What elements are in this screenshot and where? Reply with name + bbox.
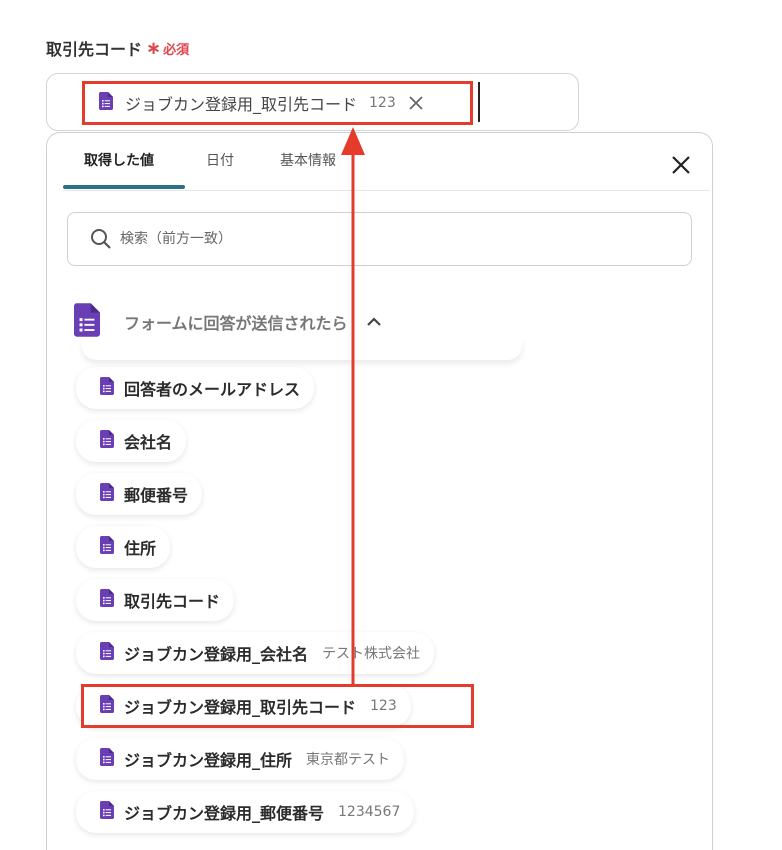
variable-item-value: 123: [370, 698, 397, 714]
section-title: フォームに回答が送信されたら: [124, 314, 348, 333]
variable-item-label: ジョブカン登録用_住所: [124, 751, 293, 770]
selected-variable-chip[interactable]: ジョブカン登録用_取引先コード 123: [82, 81, 473, 125]
variable-item[interactable]: 郵便番号: [76, 473, 203, 515]
text-caret: [478, 82, 480, 122]
variable-item-label: 会社名: [124, 433, 173, 452]
field-label-text: 取引先コード: [46, 40, 143, 59]
variable-item-label: 取引先コード: [124, 592, 221, 611]
required-star: ∗: [146, 37, 162, 59]
search-icon: [91, 229, 111, 249]
variable-item-label: 郵便番号: [124, 486, 189, 505]
close-panel-button[interactable]: [668, 152, 694, 178]
variable-item-value: 東京都テスト: [306, 752, 391, 768]
google-forms-icon: [100, 430, 114, 452]
variable-item[interactable]: ジョブカン登録用_取引先コード 123: [76, 685, 411, 727]
active-tab-indicator: [63, 185, 185, 189]
google-forms-icon: [100, 695, 114, 717]
tab-divider: [63, 190, 709, 191]
variable-item[interactable]: 会社名: [76, 420, 187, 462]
variable-item-label: ジョブカン登録用_会社名: [124, 645, 309, 664]
field-label: 取引先コード ∗ 必須: [46, 36, 189, 60]
clear-chip-icon[interactable]: [408, 95, 424, 111]
google-forms-icon: [100, 483, 114, 505]
variable-item-label: ジョブカン登録用_郵便番号: [124, 804, 325, 823]
variable-item-value: 1234567: [338, 804, 401, 820]
google-forms-icon: [100, 536, 114, 558]
variable-item[interactable]: ジョブカン登録用_郵便番号 1234567: [76, 791, 415, 833]
google-forms-icon: [99, 92, 113, 114]
variable-item-value: テスト株式会社: [322, 646, 421, 662]
variable-item-label: 住所: [124, 539, 157, 558]
google-forms-icon: [74, 303, 100, 341]
google-forms-icon: [100, 377, 114, 399]
google-forms-icon: [100, 589, 114, 611]
variable-item-label: ジョブカン登録用_取引先コード: [124, 698, 357, 717]
variable-item[interactable]: 取引先コード: [76, 579, 235, 621]
required-text: 必須: [163, 42, 190, 58]
google-forms-icon: [100, 642, 114, 664]
google-forms-icon: [100, 748, 114, 770]
variable-item[interactable]: ジョブカン登録用_会社名 テスト株式会社: [76, 632, 435, 674]
chevron-up-icon[interactable]: [366, 316, 382, 328]
search-box[interactable]: [67, 212, 692, 266]
section-header[interactable]: フォームに回答が送信されたら: [74, 303, 382, 341]
variable-item-label: 回答者のメールアドレス: [124, 380, 301, 399]
search-input[interactable]: [120, 231, 620, 247]
selected-variable-label: ジョブカン登録用_取引先コード: [125, 95, 358, 114]
tab-acquired-values[interactable]: 取得した値: [62, 150, 184, 190]
tab-date[interactable]: 日付: [184, 150, 260, 190]
variable-item[interactable]: 回答者のメールアドレス: [76, 367, 315, 409]
variable-item[interactable]: ジョブカン登録用_住所 東京都テスト: [76, 738, 405, 780]
variable-item[interactable]: 住所: [76, 526, 171, 568]
close-icon: [672, 156, 690, 174]
picker-tabs: 取得した値 日付 基本情報: [62, 150, 370, 190]
google-forms-icon: [100, 801, 114, 823]
scrolled-item-edge: [82, 338, 522, 360]
tab-basic-info[interactable]: 基本情報: [260, 150, 370, 190]
selected-variable-value: 123: [369, 95, 396, 111]
